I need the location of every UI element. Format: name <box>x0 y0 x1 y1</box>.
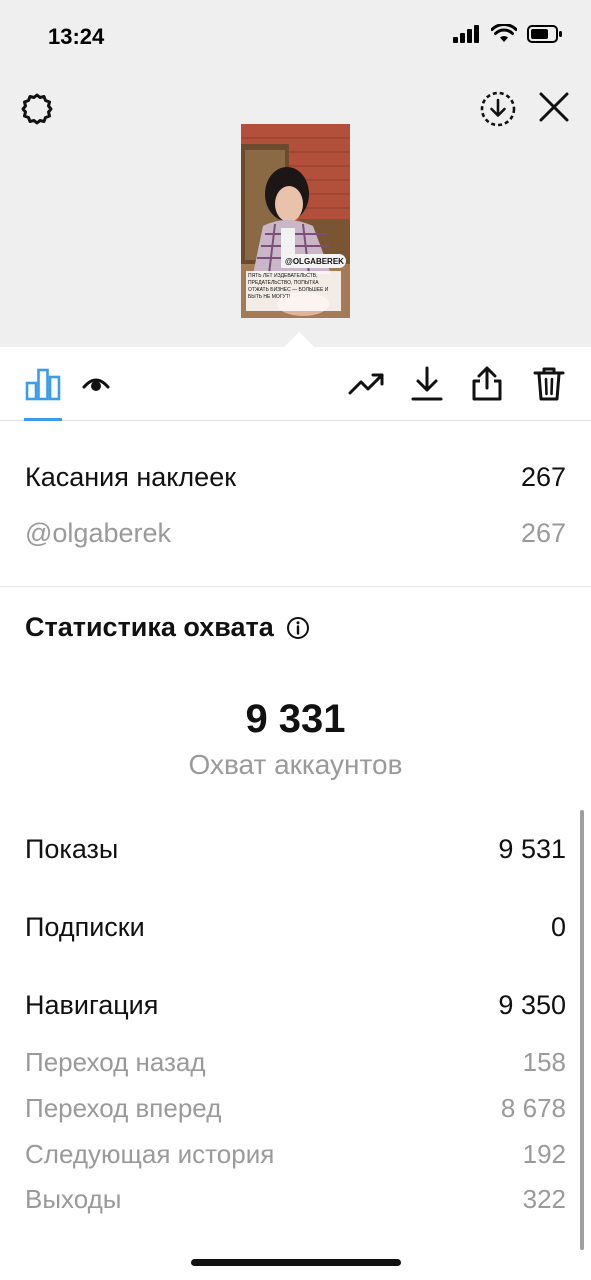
impressions-row: Показы 9 531 <box>25 834 566 865</box>
accounts-reached-label: Охват аккаунтов <box>188 749 403 780</box>
navigation-forward-row: Переход вперед 8 678 <box>25 1093 566 1124</box>
follows-value: 0 <box>550 912 566 942</box>
navigation-back-row: Переход назад 158 <box>25 1047 566 1078</box>
share-icon[interactable] <box>470 365 504 403</box>
navigation-exits-row: Выходы 322 <box>25 1184 566 1215</box>
settings-gear-icon[interactable] <box>18 90 56 128</box>
sticker-mention-label: @olgaberek <box>25 518 171 548</box>
info-icon[interactable] <box>286 616 310 640</box>
navigation-row: Навигация 9 350 <box>25 990 566 1021</box>
thumbnail-pointer <box>283 332 315 348</box>
reach-title-text: Статистика охвата <box>25 612 274 642</box>
navigation-back-label: Переход назад <box>25 1047 206 1077</box>
sticker-taps-row: Касания наклеек 267 <box>25 462 566 493</box>
navigation-back-value: 158 <box>522 1047 566 1077</box>
status-bar: 13:24 <box>0 0 591 70</box>
section-divider <box>0 586 591 587</box>
home-indicator[interactable] <box>191 1259 401 1266</box>
tab-insights-bar-chart-icon[interactable] <box>24 367 62 401</box>
tab-viewers-eye-icon[interactable] <box>82 373 110 395</box>
delete-trash-icon[interactable] <box>532 365 566 403</box>
story-mention-sticker: @OLGABEREK <box>285 257 344 266</box>
sticker-taps-value: 267 <box>520 462 566 492</box>
navigation-exits-label: Выходы <box>25 1184 122 1214</box>
accounts-reached-value: 9 331 <box>245 697 346 741</box>
close-icon[interactable] <box>536 89 572 125</box>
follows-label: Подписки <box>25 912 145 942</box>
navigation-forward-label: Переход вперед <box>25 1093 222 1123</box>
reach-section-title: Статистика охвата <box>25 612 310 643</box>
save-download-icon[interactable] <box>478 89 518 129</box>
navigation-label: Навигация <box>25 990 159 1020</box>
status-icons <box>453 24 563 44</box>
navigation-forward-value: 8 678 <box>500 1093 566 1123</box>
impressions-label: Показы <box>25 834 119 864</box>
sticker-mention-row[interactable]: @olgaberek 267 <box>25 518 566 549</box>
follows-row: Подписки 0 <box>25 912 566 943</box>
battery-icon <box>527 25 562 43</box>
download-icon[interactable] <box>410 365 444 403</box>
sticker-mention-value: 267 <box>520 518 566 548</box>
scrollbar[interactable] <box>580 810 584 1250</box>
promote-trend-icon[interactable] <box>348 369 386 399</box>
impressions-value: 9 531 <box>498 834 566 864</box>
story-caption: ПЯТЬ ЛЕТ ИЗДЕВАТЕЛЬСТВ, ПРЕДАТЕЛЬСТВО, П… <box>248 273 329 300</box>
wifi-icon <box>491 24 517 42</box>
status-time: 13:24 <box>48 24 105 49</box>
navigation-next-story-label: Следующая история <box>25 1139 275 1169</box>
navigation-next-story-row: Следующая история 192 <box>25 1139 566 1170</box>
sticker-taps-label: Касания наклеек <box>25 462 237 492</box>
active-tab-underline <box>24 418 62 421</box>
story-thumbnail[interactable]: @OLGABEREK ПЯТЬ ЛЕТ ИЗДЕВАТЕЛЬСТВ, ПРЕДА… <box>241 124 350 318</box>
navigation-next-story-value: 192 <box>522 1139 566 1169</box>
story-toolbar <box>0 347 591 421</box>
navigation-value: 9 350 <box>498 990 566 1020</box>
signal-icon <box>453 25 479 43</box>
navigation-exits-value: 322 <box>522 1184 566 1214</box>
